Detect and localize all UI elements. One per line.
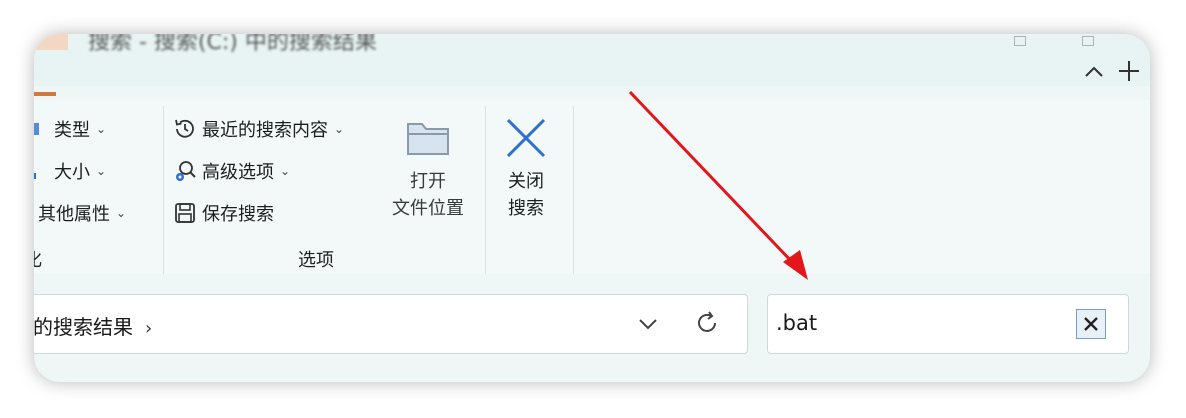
other-properties-label: 其他属性	[38, 204, 110, 225]
floppy-icon	[172, 200, 198, 226]
ribbon-divider	[163, 106, 164, 274]
other-properties-button[interactable]: 其他属性 ⌄	[38, 198, 126, 228]
plus-icon	[1119, 61, 1139, 81]
close-search-line2: 搜索	[508, 198, 544, 219]
window-control-icon[interactable]	[1082, 36, 1094, 46]
size-icon	[34, 158, 50, 184]
ribbon-divider	[485, 106, 486, 274]
save-search-label: 保存搜索	[202, 204, 274, 225]
title-bar: 搜索 - 搜索(C:) 中的搜索结果	[34, 34, 1150, 86]
advanced-options-label: 高级选项	[202, 162, 274, 183]
window-control-icon[interactable]	[1014, 36, 1026, 46]
chevron-down-icon: ⌄	[334, 122, 345, 136]
refresh-icon	[698, 311, 716, 332]
save-search-button[interactable]: 保存搜索	[172, 198, 274, 228]
advanced-options-button[interactable]: 高级选项 ⌄	[172, 156, 290, 186]
clear-search-button[interactable]	[1076, 309, 1106, 339]
breadcrumb[interactable]: 的搜索结果 ›	[34, 311, 152, 340]
address-history-dropdown[interactable]	[633, 309, 663, 339]
folder-icon	[407, 123, 449, 155]
open-file-location-button[interactable]: 打开 文件位置	[380, 116, 476, 222]
tag-icon	[34, 116, 50, 142]
address-bar[interactable]: 的搜索结果 ›	[34, 294, 748, 354]
close-search-line1: 关闭	[508, 171, 544, 192]
open-location-line1: 打开	[410, 171, 446, 192]
refresh-button[interactable]	[691, 307, 723, 339]
search-gear-icon	[172, 158, 198, 184]
new-tab-button[interactable]	[1116, 58, 1142, 84]
active-tab-indicator	[34, 92, 56, 96]
open-location-line2: 文件位置	[392, 198, 464, 219]
chevron-up-icon	[1085, 66, 1103, 77]
file-explorer-window: 搜索 - 搜索(C:) 中的搜索结果 类型 ⌄ 大小 ⌄ 其他属性 ⌄ 化	[34, 34, 1150, 382]
chevron-down-icon: ⌄	[96, 122, 107, 136]
x-icon	[506, 118, 546, 158]
recent-searches-label: 最近的搜索内容	[202, 120, 328, 141]
window-tab-edge	[34, 34, 68, 50]
chevron-down-icon: ⌄	[280, 164, 291, 178]
breadcrumb-search-results[interactable]: 的搜索结果	[34, 315, 133, 339]
search-input-value[interactable]: .bat	[776, 311, 817, 335]
size-filter-button[interactable]: 大小 ⌄	[34, 156, 106, 186]
close-search-button[interactable]: 关闭 搜索	[492, 116, 560, 222]
recent-searches-button[interactable]: 最近的搜索内容 ⌄	[172, 114, 344, 144]
chevron-down-icon: ⌄	[116, 206, 127, 220]
collapse-ribbon-button[interactable]	[1082, 60, 1106, 84]
type-filter-label: 类型	[54, 120, 90, 141]
options-group-label: 选项	[298, 250, 334, 271]
clear-x-icon	[1084, 317, 1098, 331]
breadcrumb-separator[interactable]: ›	[145, 318, 152, 339]
type-filter-button[interactable]: 类型 ⌄	[34, 114, 106, 144]
chevron-down-icon	[639, 319, 657, 330]
chevron-down-icon: ⌄	[96, 164, 107, 178]
window-title: 搜索 - 搜索(C:) 中的搜索结果	[88, 34, 377, 55]
refine-group-label: 化	[34, 246, 42, 272]
history-icon	[172, 116, 198, 142]
size-filter-label: 大小	[54, 162, 90, 183]
search-input[interactable]: .bat	[767, 294, 1129, 354]
ribbon-divider	[573, 106, 574, 274]
